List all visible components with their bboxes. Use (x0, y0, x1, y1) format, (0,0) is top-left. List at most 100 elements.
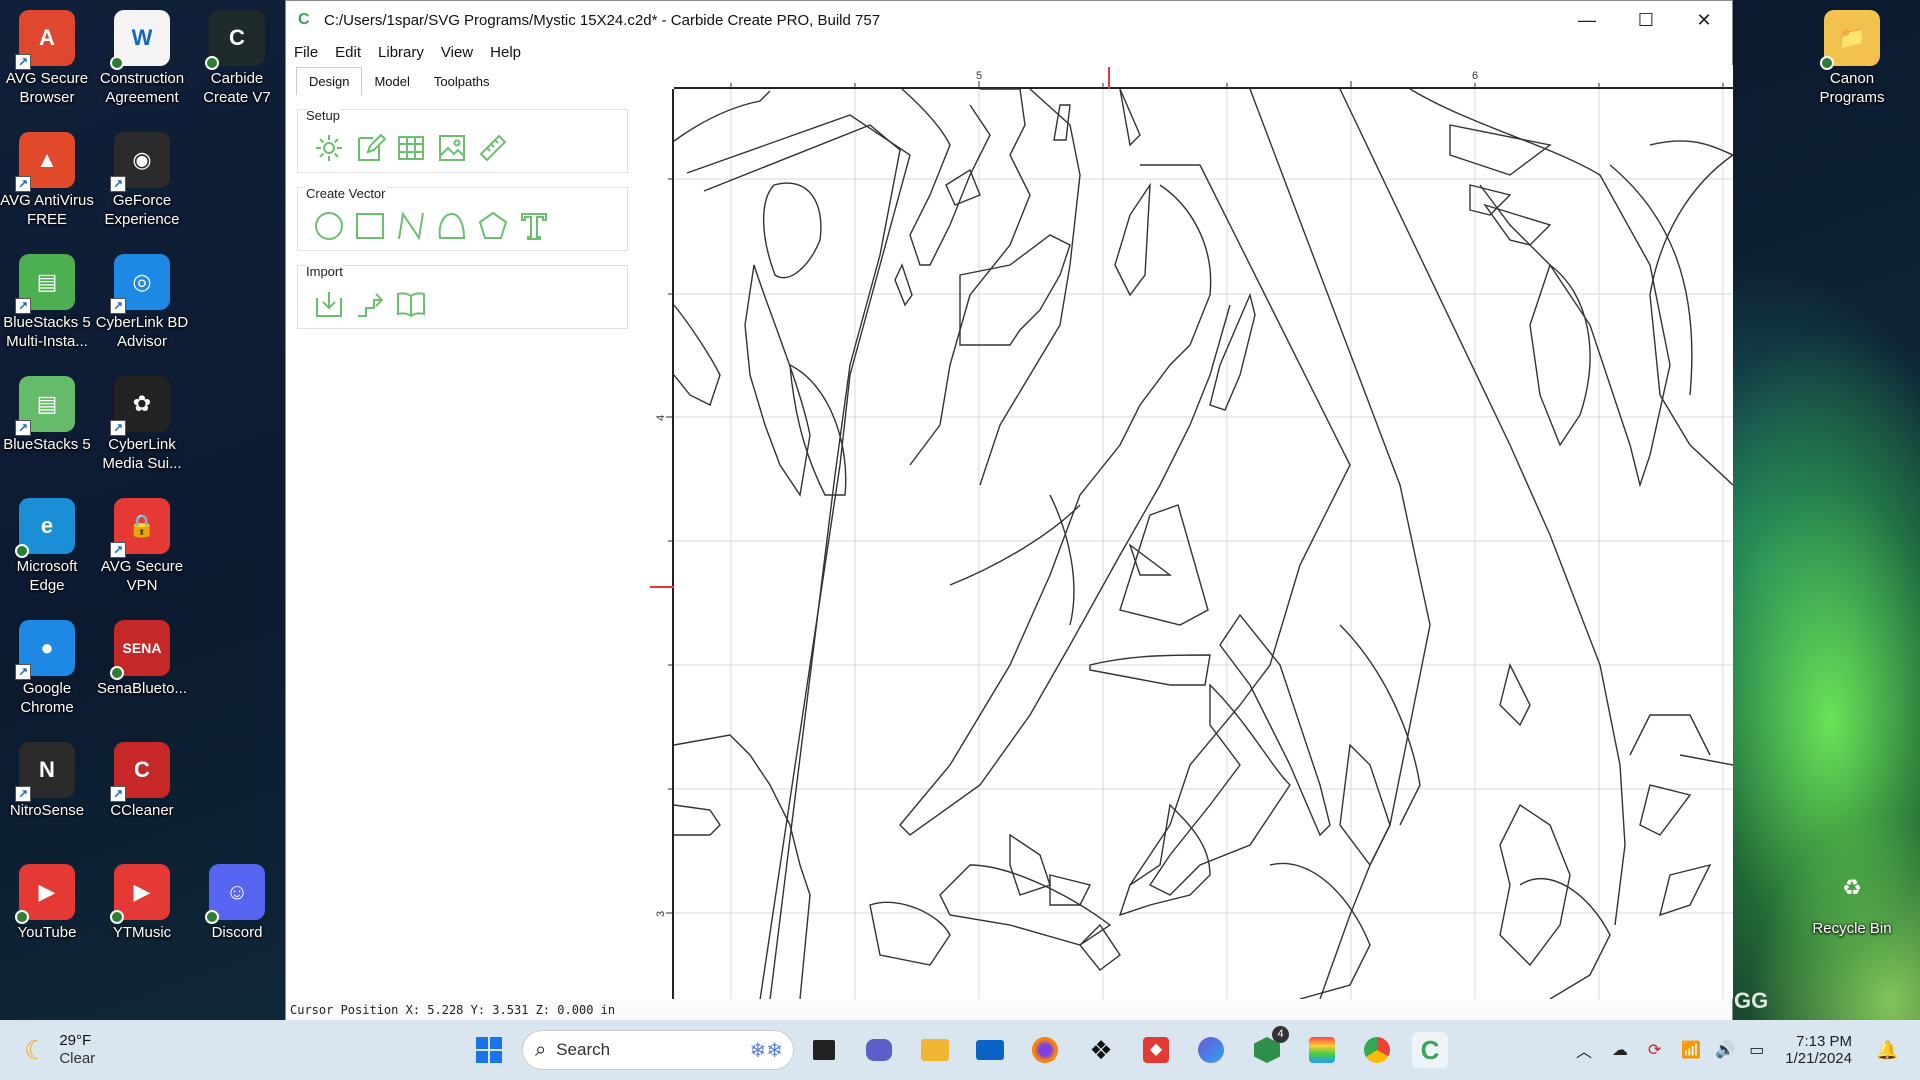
onedrive-icon[interactable]: ☁ (1612, 1040, 1628, 1060)
desktop-icon-canon-programs[interactable]: 📁 Canon Programs (1805, 10, 1899, 107)
chrome-icon (1364, 1037, 1390, 1063)
desktop-icon-nitrosense[interactable]: N ↗ NitroSense (0, 742, 94, 820)
teams-meet-button[interactable] (861, 1032, 897, 1068)
wifi-icon[interactable]: 📶 (1681, 1040, 1701, 1060)
design-canvas[interactable]: 5 6 4 3 (650, 65, 1733, 999)
edit-note-icon[interactable] (349, 130, 390, 166)
desktop-icon-bluestacks-5-multi-instance[interactable]: ▤ ↗ BlueStacks 5 Multi-Insta... (0, 254, 94, 351)
clock[interactable]: 7:13 PM 1/21/2024 (1785, 1020, 1852, 1080)
text-tool-icon[interactable] (513, 208, 554, 244)
desktop-icon-discord[interactable]: ☺ Discord (190, 864, 284, 942)
title-bar[interactable]: C C:/Users/1spar/SVG Programs/Mystic 15X… (286, 1, 1732, 39)
rectangle-tool-icon[interactable] (349, 208, 390, 244)
grid-icon[interactable] (390, 130, 431, 166)
windows-icon (476, 1037, 502, 1063)
folder-icon (921, 1039, 949, 1061)
shortcut-arrow-icon: ↗ (15, 54, 31, 70)
canvas-drawing[interactable]: 5 6 4 3 (650, 65, 1733, 999)
app-icon: ♻ (1842, 875, 1862, 900)
import-vectors-icon[interactable] (308, 286, 349, 322)
carbide-create-v7-button[interactable]: 4 (1249, 1026, 1289, 1068)
polygon-tool-icon[interactable] (472, 208, 513, 244)
sync-icon[interactable]: ⟳ (1648, 1040, 1661, 1060)
app-icon: ● ↗ (15, 620, 75, 680)
carbide-create-button[interactable]: C (1412, 1032, 1448, 1068)
desktop-icon-label: Multi-Insta... (6, 333, 88, 350)
app-icon: ▲ ↗ (15, 132, 75, 192)
weather-temp: 29°F (59, 1032, 92, 1049)
anydesk-button[interactable]: ◆ (1138, 1032, 1174, 1068)
menu-view[interactable]: View (441, 44, 473, 61)
desktop-icon-avg-secure-vpn[interactable]: 🔒 ↗ AVG Secure VPN (95, 498, 189, 595)
desktop-icon-construction-agreement[interactable]: W Construction Agreement (95, 10, 189, 107)
setup-group-title: Setup (306, 108, 340, 123)
desktop-icon-avg-antivirus-free[interactable]: ▲ ↗ AVG AntiVirus FREE (0, 132, 94, 229)
mail-button[interactable] (972, 1032, 1008, 1068)
desktop-icon-cyberlink-bd-advisor[interactable]: ◎ ↗ CyberLink BD Advisor (95, 254, 189, 351)
carbide-create-window: C C:/Users/1spar/SVG Programs/Mystic 15X… (285, 0, 1733, 1020)
desktop-icon-label: NitroSense (9, 802, 85, 819)
desktop-icon-avg-secure-browser[interactable]: A ↗ AVG Secure Browser (0, 10, 94, 107)
tab-model[interactable]: Model (362, 68, 421, 95)
import-toolpath-icon[interactable] (349, 286, 390, 322)
tab-toolpaths[interactable]: Toolpaths (422, 68, 502, 95)
menu-library[interactable]: Library (378, 44, 424, 61)
notification-bell-icon[interactable]: 🔔 (1876, 1020, 1898, 1080)
app-icon: ▤ ↗ (15, 254, 75, 314)
copilot-button[interactable] (1193, 1032, 1229, 1068)
desktop-icon-microsoft-edge[interactable]: e Microsoft Edge (0, 498, 94, 595)
desktop-icon-carbide-create-v7[interactable]: C Carbide Create V7 (190, 10, 284, 107)
weather-condition: Clear (59, 1050, 96, 1067)
desktop-icon-ytmusic[interactable]: ▶ YTMusic (95, 864, 189, 942)
desktop-icon-geforce-experience[interactable]: ◉ ↗ GeForce Experience (95, 132, 189, 229)
desktop-icon-senabluetooth[interactable]: SENA SenaBlueto... (95, 620, 189, 698)
create-vector-group: Create Vector (297, 186, 628, 251)
file-explorer-button[interactable] (917, 1032, 953, 1068)
show-hidden-icons-icon[interactable]: ︿ (1576, 1038, 1592, 1062)
ruler-icon[interactable] (472, 130, 513, 166)
create-vector-group-title: Create Vector (306, 186, 386, 201)
desktop-icon-google-chrome[interactable]: ● ↗ Google Chrome (0, 620, 94, 717)
app-icon: SENA (110, 620, 170, 680)
menu-bar: File Edit Library View Help (286, 39, 1732, 65)
battery-icon[interactable]: ▭ (1749, 1040, 1764, 1060)
polyline-tool-icon[interactable] (390, 208, 431, 244)
curve-tool-icon[interactable] (431, 208, 472, 244)
desktop-icon-cyberlink-media-suite[interactable]: ✿ ↗ CyberLink Media Sui... (95, 376, 189, 473)
bluestacks-button[interactable] (1304, 1032, 1340, 1068)
library-book-icon[interactable] (390, 286, 431, 322)
desktop-icon-label: CyberLink (108, 436, 176, 453)
circle-tool-icon[interactable] (308, 208, 349, 244)
bluestacks-icon (1309, 1037, 1335, 1063)
app-icon: ◉ ↗ (110, 132, 170, 192)
maximize-button[interactable]: ☐ (1617, 1, 1675, 39)
ruler-label-5: 5 (976, 70, 982, 82)
image-icon[interactable] (431, 130, 472, 166)
start-button[interactable] (471, 1032, 507, 1068)
menu-file[interactable]: File (294, 44, 318, 61)
app-icon: C (205, 10, 265, 70)
clock-time: 7:13 PM (1796, 1033, 1852, 1050)
desktop-icon-youtube[interactable]: ▶ YouTube (0, 864, 94, 942)
minimize-button[interactable]: — (1558, 1, 1616, 39)
desktop-icon-bluestacks-5[interactable]: ▤ ↗ BlueStacks 5 (0, 376, 94, 454)
sync-status-icon (15, 544, 29, 558)
desktop-icon-label: Carbide (210, 70, 264, 87)
copilot-icon (1198, 1037, 1224, 1063)
desktop-icon-ccleaner[interactable]: C ↗ CCleaner (95, 742, 189, 820)
task-view-button[interactable] (806, 1032, 842, 1068)
job-setup-gear-icon[interactable] (308, 130, 349, 166)
firefox-button[interactable] (1027, 1032, 1063, 1068)
menu-help[interactable]: Help (490, 44, 521, 61)
volume-icon[interactable]: 🔊 (1715, 1040, 1735, 1060)
app-icon: ◎ ↗ (110, 254, 170, 314)
dropbox-button[interactable]: ❖ (1083, 1032, 1119, 1068)
menu-edit[interactable]: Edit (335, 44, 361, 61)
taskbar-search[interactable]: ⌕ Search ❄❄ (522, 1030, 794, 1070)
mail-icon (976, 1040, 1004, 1060)
weather-widget[interactable]: ☾ 29°F Clear (24, 1020, 95, 1080)
desktop-icon-recycle-bin[interactable]: ♻ Recycle Bin (1805, 860, 1899, 938)
tab-design[interactable]: Design (296, 67, 363, 95)
close-button[interactable]: ✕ (1675, 1, 1733, 39)
chrome-button[interactable] (1359, 1032, 1395, 1068)
